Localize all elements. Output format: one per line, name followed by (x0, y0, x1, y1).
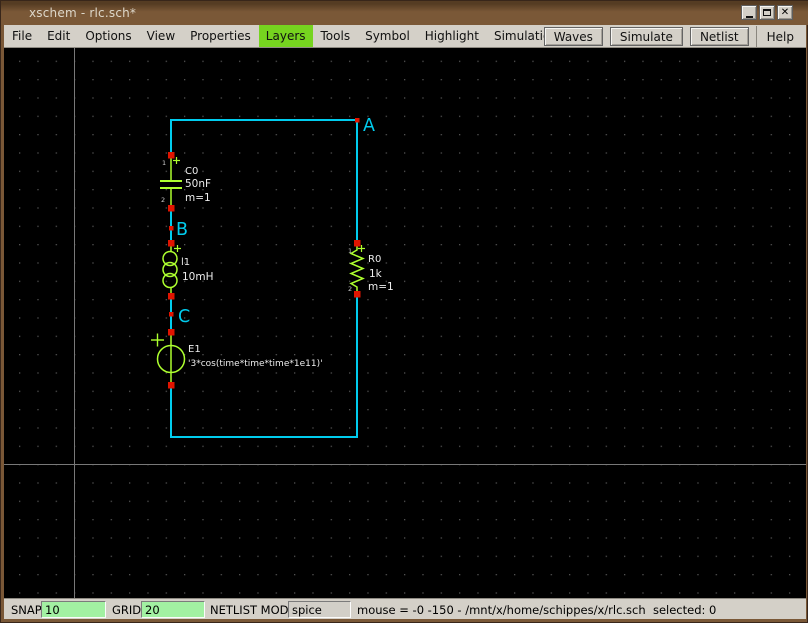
menu-properties[interactable]: Properties (183, 25, 258, 47)
ind-ref: l1 (181, 257, 190, 268)
simulate-button[interactable]: Simulate (609, 27, 683, 46)
minimize-icon (745, 15, 753, 18)
mouse-info-text: mouse = -0 -150 - /mnt/x/home/schippes/x… (357, 603, 717, 617)
vsource-value: '3*cos(time*time*time*1e11)' (188, 359, 323, 369)
menu-help[interactable]: Help (755, 26, 804, 47)
menu-bar: File Edit Options View Properties Layers… (4, 25, 806, 48)
res-pin2-number: 2 (348, 285, 352, 293)
menu-tools[interactable]: Tools (314, 25, 358, 47)
menu-options[interactable]: Options (78, 25, 138, 47)
window-controls: ✕ (741, 5, 793, 20)
pin-square (168, 152, 175, 159)
grid-input[interactable] (141, 601, 205, 618)
window-title: xschem - rlc.sch* (29, 6, 137, 20)
pin-square (168, 240, 175, 247)
net-label-b: B (176, 220, 188, 240)
pin-square (168, 205, 175, 212)
net-label-c: C (178, 307, 190, 327)
pin-square (354, 291, 361, 298)
res-pin1-number: 1 (348, 247, 352, 255)
menu-file[interactable]: File (5, 25, 39, 47)
cap-pin2-number: 2 (161, 196, 165, 204)
label-pin-square (355, 118, 360, 123)
menu-actions: Waves Simulate Netlist Help (543, 26, 804, 47)
vsource-ref: E1 (188, 344, 201, 355)
pin-square (168, 329, 175, 336)
cap-mult: m=1 (185, 192, 211, 204)
close-icon: ✕ (780, 7, 790, 18)
close-button[interactable]: ✕ (777, 5, 793, 20)
status-bar: SNAP: GRID: NETLIST MODE: mouse = -0 -15… (4, 598, 806, 619)
res-ref: R0 (368, 254, 381, 265)
res-value: 1k (369, 268, 383, 280)
snap-input[interactable] (41, 601, 106, 618)
minimize-button[interactable] (741, 5, 757, 20)
ind-value: 10mH (182, 271, 214, 283)
schematic-canvas[interactable]: 1 2 C0 50nF m=1 l1 10mH E1 '3*cos(time*t… (4, 48, 806, 598)
menu-highlight[interactable]: Highlight (418, 25, 486, 47)
title-bar: xschem - rlc.sch* ✕ (1, 1, 808, 25)
res-mult: m=1 (368, 281, 394, 293)
label-pin-square (169, 226, 174, 231)
cap-pin1-number: 1 (162, 159, 166, 167)
pin-square (354, 240, 361, 247)
netlist-mode-input[interactable] (288, 601, 351, 618)
cap-value: 50nF (185, 178, 211, 190)
cap-ref: C0 (185, 166, 198, 177)
maximize-icon (763, 9, 771, 16)
maximize-button[interactable] (759, 5, 775, 20)
menu-edit[interactable]: Edit (40, 25, 77, 47)
menu-layers[interactable]: Layers (258, 25, 313, 47)
menu-symbol[interactable]: Symbol (358, 25, 417, 47)
pin-square (168, 382, 175, 389)
netlist-button[interactable]: Netlist (689, 27, 749, 46)
pin-square (168, 293, 175, 300)
grid-dots (4, 48, 806, 598)
label-pin-square (169, 312, 174, 317)
net-label-a: A (363, 116, 375, 136)
menu-view[interactable]: View (140, 25, 182, 47)
netlist-mode-label: NETLIST MODE: (210, 603, 300, 617)
waves-button[interactable]: Waves (543, 27, 603, 46)
